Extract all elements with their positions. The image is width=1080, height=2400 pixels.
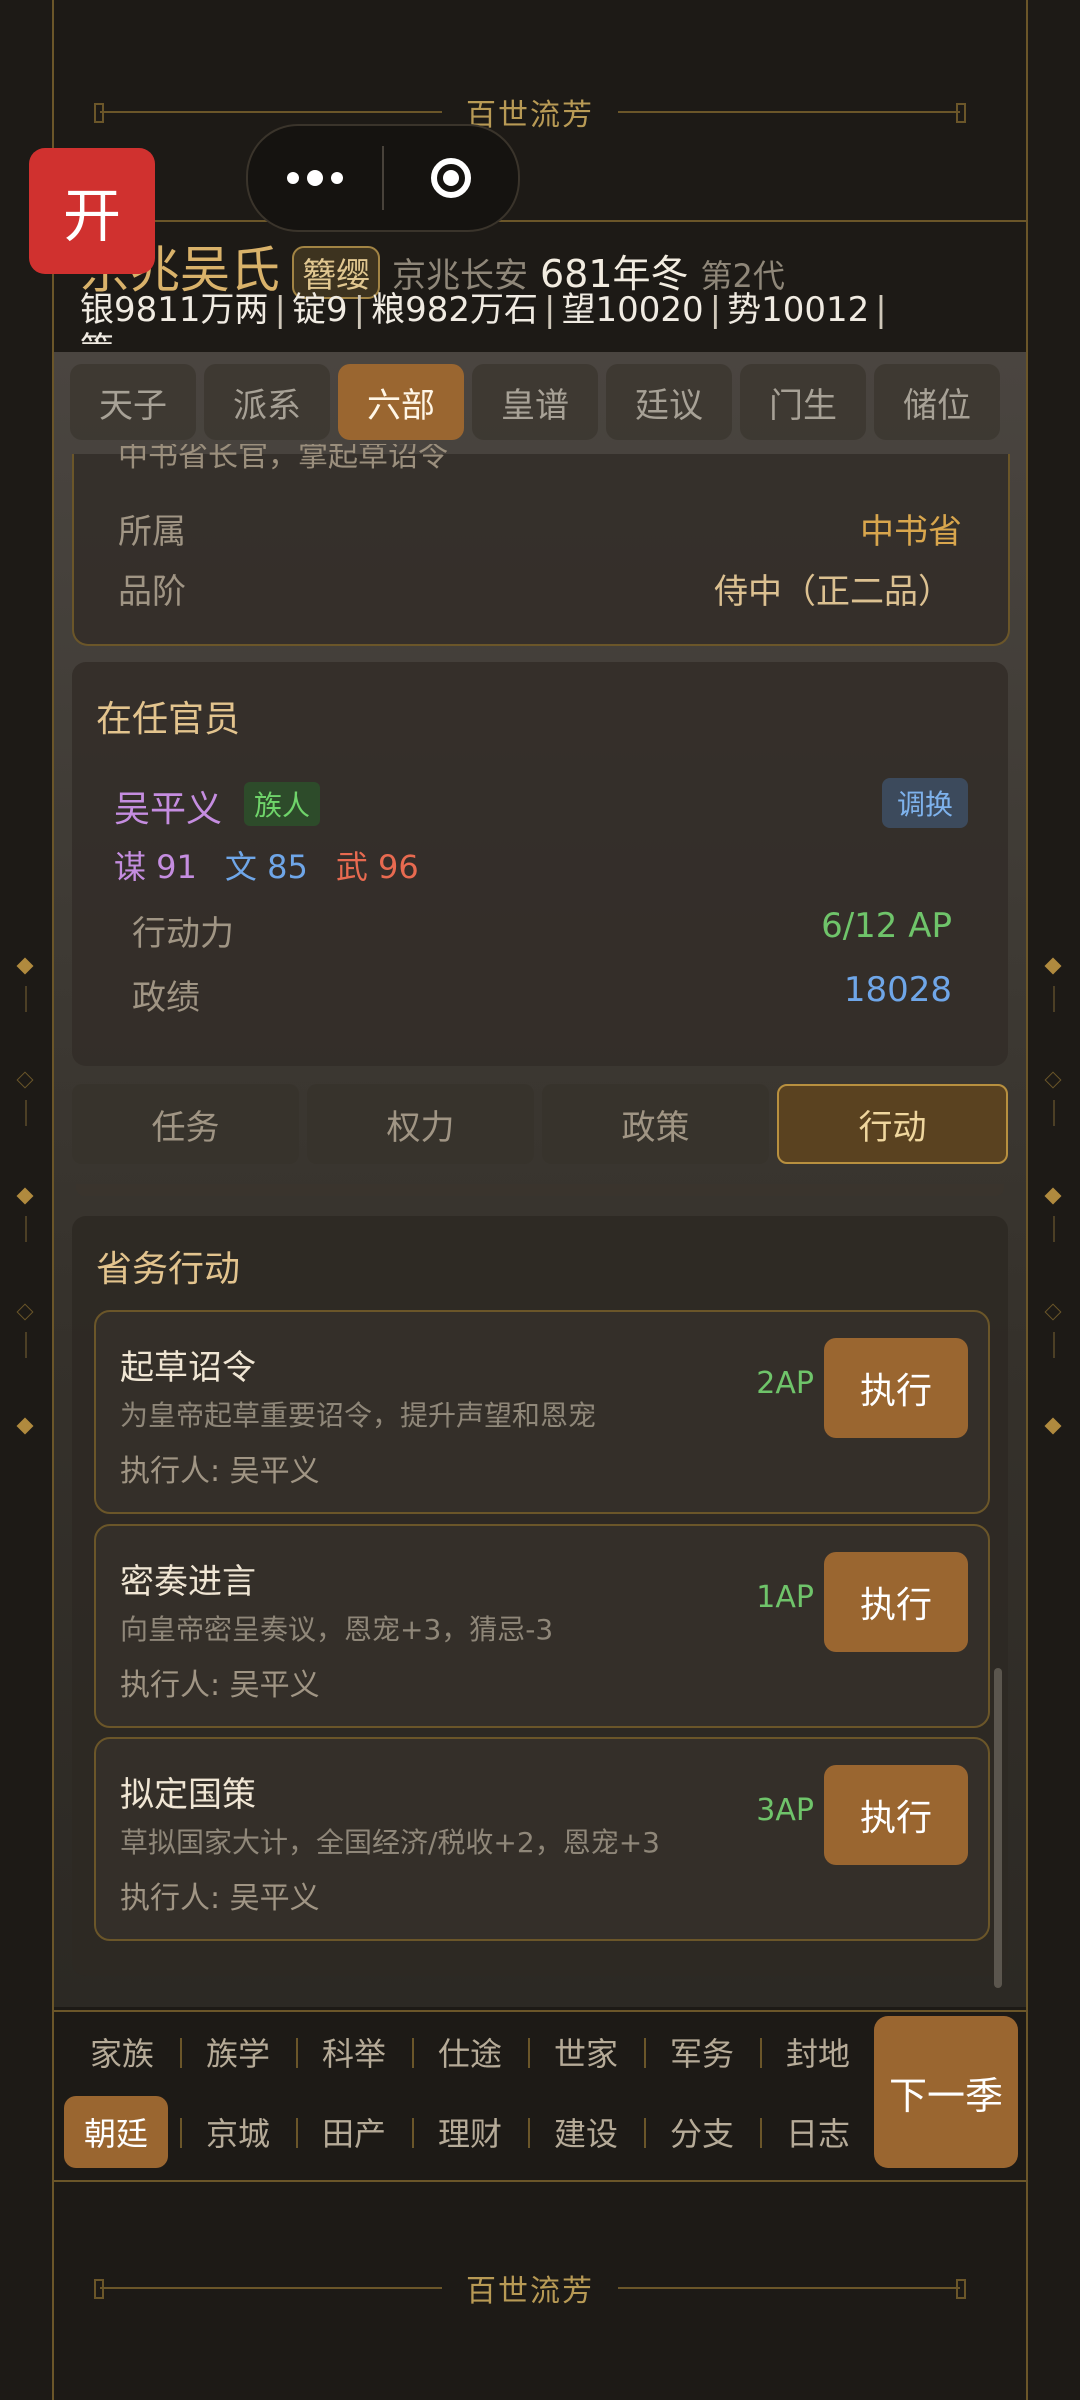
- action-description: 向皇帝密呈奏议，恩宠+3，猜忌-3: [120, 1613, 554, 1646]
- nav-item-fief[interactable]: 封地: [760, 2016, 876, 2088]
- more-icon[interactable]: [248, 170, 382, 186]
- nav-item-clans[interactable]: 世家: [528, 2016, 644, 2088]
- scrollbar[interactable]: [994, 1668, 1002, 1988]
- silver-value: 银9811万两: [80, 290, 269, 330]
- bottom-banner: 百世流芳: [94, 2268, 966, 2309]
- execute-button[interactable]: 执行: [824, 1338, 968, 1438]
- subtab-tasks[interactable]: 任务: [72, 1084, 299, 1164]
- grade-row: 品阶 侍中（正二品）: [118, 564, 952, 613]
- tab-mensheng[interactable]: 门生: [740, 364, 866, 440]
- actions-title: 省务行动: [96, 1249, 241, 1290]
- action-name: 密奏进言: [120, 1562, 256, 1602]
- panel-edge: [76, 1184, 1004, 1196]
- action-item: 密奏进言 向皇帝密呈奏议，恩宠+3，猜忌-3 执行人: 吴平义 1AP 执行: [94, 1524, 990, 1728]
- officials-title: 在任官员: [96, 699, 241, 740]
- action-description: 为皇帝起草重要诏令，提升声望和恩宠: [120, 1399, 597, 1432]
- ingot-value: 锭9: [292, 290, 348, 330]
- top-divider: [52, 220, 1028, 222]
- grade-label: 品阶: [118, 572, 186, 612]
- grade-value: 侍中（正二品）: [714, 572, 952, 612]
- office-description: 中书省长官，掌起草诏令: [118, 444, 448, 470]
- action-cost: 1AP: [756, 1580, 814, 1615]
- office-subtabs: 任务 权力 政策 行动: [72, 1084, 1008, 1164]
- nav-item-log[interactable]: 日志: [760, 2096, 876, 2168]
- nav-item-court[interactable]: 朝廷: [64, 2096, 168, 2168]
- clan-member-tag: 族人: [244, 782, 321, 826]
- tab-huangpu[interactable]: 皇谱: [472, 364, 598, 440]
- affiliation-row: 所属 中书省: [118, 504, 962, 553]
- subtab-policy[interactable]: 政策: [542, 1084, 769, 1164]
- top-banner: 百世流芳: [94, 92, 966, 133]
- ap-label: 行动力: [132, 914, 234, 954]
- nav-item-exam[interactable]: 科举: [296, 2016, 412, 2088]
- affiliation-label: 所属: [118, 512, 186, 552]
- resource-bar: 银9811万两 | 锭9 | 粮982万石 | 望10020 | 势10012 |: [80, 290, 887, 330]
- next-season-button[interactable]: 下一季: [874, 2016, 1018, 2168]
- execute-button[interactable]: 执行: [824, 1552, 968, 1652]
- nav-item-estate[interactable]: 田产: [296, 2096, 412, 2168]
- action-item: 拟定国策 草拟国家大计，全国经济/税收+2，恩宠+3 执行人: 吴平义 3AP …: [94, 1737, 990, 1941]
- clan-header: 京兆吴氏 簪缨 京兆长安 681年冬 第2代 银9811万两 | 锭9 | 粮982万石…: [80, 230, 1010, 344]
- merit-label: 政绩: [132, 978, 200, 1018]
- merit-value: 18028: [843, 970, 952, 1010]
- tab-liubu[interactable]: 六部: [338, 364, 464, 440]
- nav-item-finance[interactable]: 理财: [412, 2096, 528, 2168]
- ap-value: 6/12 AP: [821, 906, 952, 946]
- merit-row: 政绩 18028: [132, 970, 952, 1019]
- action-name: 拟定国策: [120, 1775, 256, 1815]
- tab-paixi[interactable]: 派系: [204, 364, 330, 440]
- open-button[interactable]: 开: [29, 148, 155, 274]
- tab-chuwei[interactable]: 储位: [874, 364, 1000, 440]
- action-item: 起草诏令 为皇帝起草重要诏令，提升声望和恩宠 执行人: 吴平义 2AP 执行: [94, 1310, 990, 1514]
- execute-button[interactable]: 执行: [824, 1765, 968, 1865]
- main-tabs: 天子 派系 六部 皇谱 廷议 门生 储位: [54, 352, 1026, 452]
- close-target-icon[interactable]: [384, 158, 518, 198]
- grain-value: 粮982万石: [371, 290, 539, 330]
- prestige-value: 望10020: [561, 290, 704, 330]
- nav-item-career[interactable]: 仕途: [412, 2016, 528, 2088]
- subtab-actions[interactable]: 行动: [777, 1084, 1008, 1164]
- nav-row-2: 朝廷 京城 田产 理财 建设 分支 日志: [10, 2096, 876, 2168]
- tab-tingyi[interactable]: 廷议: [606, 364, 732, 440]
- affiliation-value: 中书省: [860, 512, 962, 552]
- action-cost: 3AP: [756, 1793, 814, 1828]
- action-executor: 执行人: 吴平义: [120, 1668, 320, 1703]
- official-stats: 谋 91 文 85 武 96: [114, 842, 419, 888]
- swap-official-button[interactable]: 调换: [882, 778, 968, 828]
- nav-item-build[interactable]: 建设: [528, 2096, 644, 2168]
- action-description: 草拟国家大计，全国经济/税收+2，恩宠+3: [120, 1826, 660, 1859]
- stat-strategy: 谋 91: [114, 848, 197, 886]
- side-ornament-left: [14, 950, 38, 1450]
- subtab-power[interactable]: 权力: [307, 1084, 534, 1164]
- frame-right: [1026, 0, 1028, 2400]
- side-ornament-right: [1042, 950, 1066, 1450]
- tab-tianzi[interactable]: 天子: [70, 364, 196, 440]
- banner-title-bottom: 百世流芳: [466, 2274, 594, 2309]
- nav-row-1: 家族 族学 科举 仕途 世家 军务 封地: [10, 2016, 876, 2088]
- action-cost: 2AP: [756, 1366, 814, 1401]
- action-executor: 执行人: 吴平义: [120, 1881, 320, 1916]
- official-name[interactable]: 吴平义: [114, 780, 222, 832]
- nav-item-capital[interactable]: 京城: [180, 2096, 296, 2168]
- ap-row: 行动力 6/12 AP: [132, 906, 952, 955]
- action-executor: 执行人: 吴平义: [120, 1454, 320, 1489]
- nav-item-military[interactable]: 军务: [644, 2016, 760, 2088]
- miniprogram-capsule: [246, 124, 520, 232]
- power-value: 势10012: [727, 290, 870, 330]
- nav-item-school[interactable]: 族学: [180, 2016, 296, 2088]
- action-name: 起草诏令: [120, 1348, 256, 1388]
- nav-item-branch[interactable]: 分支: [644, 2096, 760, 2168]
- stat-martial: 武 96: [335, 848, 419, 886]
- resource-overflow: 策: [80, 330, 1010, 344]
- nav-item-family[interactable]: 家族: [64, 2016, 180, 2088]
- stat-literary: 文 85: [224, 848, 308, 886]
